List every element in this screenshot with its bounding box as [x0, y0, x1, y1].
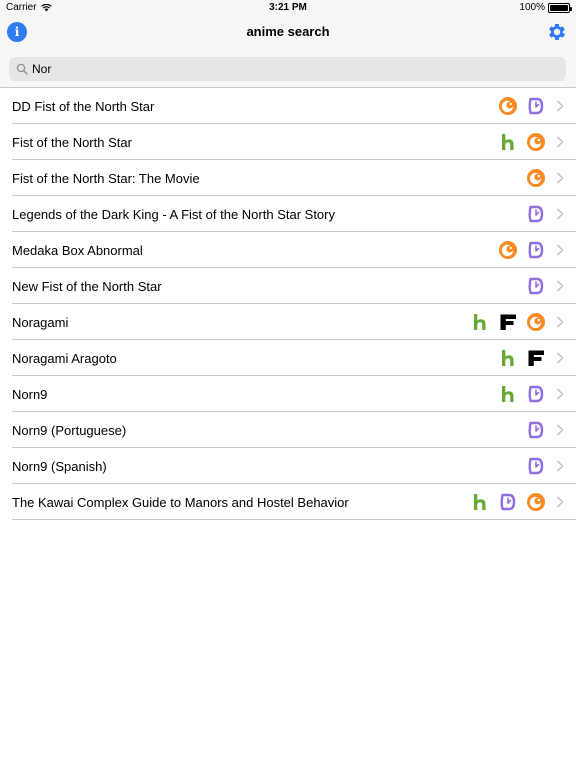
- battery-percent: 100%: [519, 2, 545, 13]
- chevron-right-icon: [556, 388, 564, 400]
- service-icons: [526, 168, 546, 188]
- list-item-title: Norn9: [12, 386, 48, 402]
- status-bar: Carrier 3:21 PM 100%: [0, 0, 576, 16]
- crunchyroll-icon: [498, 240, 518, 260]
- hulu-icon: [498, 384, 518, 404]
- chevron-right-icon: [556, 460, 564, 472]
- viki-icon: [526, 240, 546, 260]
- list-item[interactable]: Fist of the North Star: The Movie: [0, 160, 576, 196]
- chevron-right-icon: [556, 424, 564, 436]
- service-icons: [498, 132, 546, 152]
- service-icons: [498, 240, 546, 260]
- nav-bar: i anime search: [0, 16, 576, 56]
- service-icons: [470, 492, 546, 512]
- hulu-icon: [470, 312, 490, 332]
- viki-icon: [498, 492, 518, 512]
- search-icon: [16, 63, 28, 75]
- list-item-title: Noragami: [12, 314, 69, 330]
- viki-icon: [526, 384, 546, 404]
- service-icons: [498, 384, 546, 404]
- chevron-right-icon: [556, 352, 564, 364]
- list-item-title: Legends of the Dark King - A Fist of the…: [12, 206, 335, 222]
- service-icons: [498, 96, 546, 116]
- list-item-title: Medaka Box Abnormal: [12, 242, 143, 258]
- crunchyroll-icon: [526, 168, 546, 188]
- chevron-right-icon: [556, 136, 564, 148]
- viki-icon: [526, 96, 546, 116]
- list-item[interactable]: Norn9 (Portuguese): [0, 412, 576, 448]
- chevron-right-icon: [556, 280, 564, 292]
- list-item-title: New Fist of the North Star: [12, 278, 162, 294]
- results-list: DD Fist of the North Star Fist of the No…: [0, 88, 576, 520]
- chevron-right-icon: [556, 316, 564, 328]
- list-item[interactable]: Norn9: [0, 376, 576, 412]
- list-item[interactable]: Noragami Aragoto: [0, 340, 576, 376]
- list-item[interactable]: DD Fist of the North Star: [0, 88, 576, 124]
- hulu-icon: [498, 348, 518, 368]
- list-item-title: DD Fist of the North Star: [12, 98, 155, 114]
- list-item-title: Fist of the North Star: [12, 134, 132, 150]
- service-icons: [498, 348, 546, 368]
- list-item[interactable]: The Kawai Complex Guide to Manors and Ho…: [0, 484, 576, 520]
- status-time: 3:21 PM: [269, 2, 307, 13]
- service-icons: [526, 420, 546, 440]
- crunchyroll-icon: [526, 492, 546, 512]
- chevron-right-icon: [556, 496, 564, 508]
- funimation-icon: [498, 312, 518, 332]
- viki-icon: [526, 204, 546, 224]
- battery-icon: [548, 2, 572, 13]
- list-item[interactable]: Medaka Box Abnormal: [0, 232, 576, 268]
- list-item[interactable]: Noragami: [0, 304, 576, 340]
- gear-icon[interactable]: [546, 21, 568, 43]
- crunchyroll-icon: [526, 132, 546, 152]
- viki-icon: [526, 456, 546, 476]
- viki-icon: [526, 276, 546, 296]
- chevron-right-icon: [556, 244, 564, 256]
- funimation-icon: [526, 348, 546, 368]
- page-title: anime search: [246, 24, 330, 39]
- list-item[interactable]: New Fist of the North Star: [0, 268, 576, 304]
- list-item-title: Fist of the North Star: The Movie: [12, 170, 200, 186]
- service-icons: [526, 204, 546, 224]
- crunchyroll-icon: [498, 96, 518, 116]
- list-item-title: Norn9 (Portuguese): [12, 422, 127, 438]
- service-icons: [526, 456, 546, 476]
- hulu-icon: [470, 492, 490, 512]
- list-item[interactable]: Fist of the North Star: [0, 124, 576, 160]
- service-icons: [526, 276, 546, 296]
- hulu-icon: [498, 132, 518, 152]
- status-right: 100%: [519, 2, 572, 13]
- search-input[interactable]: [32, 62, 532, 76]
- service-icons: [470, 312, 546, 332]
- crunchyroll-icon: [526, 312, 546, 332]
- search-bar: [0, 56, 576, 88]
- chevron-right-icon: [556, 172, 564, 184]
- list-item-title: Noragami Aragoto: [12, 350, 117, 366]
- chevron-right-icon: [556, 100, 564, 112]
- list-item-title: The Kawai Complex Guide to Manors and Ho…: [12, 494, 349, 510]
- list-item-title: Norn9 (Spanish): [12, 458, 107, 474]
- list-item[interactable]: Norn9 (Spanish): [0, 448, 576, 484]
- search-field[interactable]: [9, 57, 566, 81]
- chevron-right-icon: [556, 208, 564, 220]
- viki-icon: [526, 420, 546, 440]
- list-item[interactable]: Legends of the Dark King - A Fist of the…: [0, 196, 576, 232]
